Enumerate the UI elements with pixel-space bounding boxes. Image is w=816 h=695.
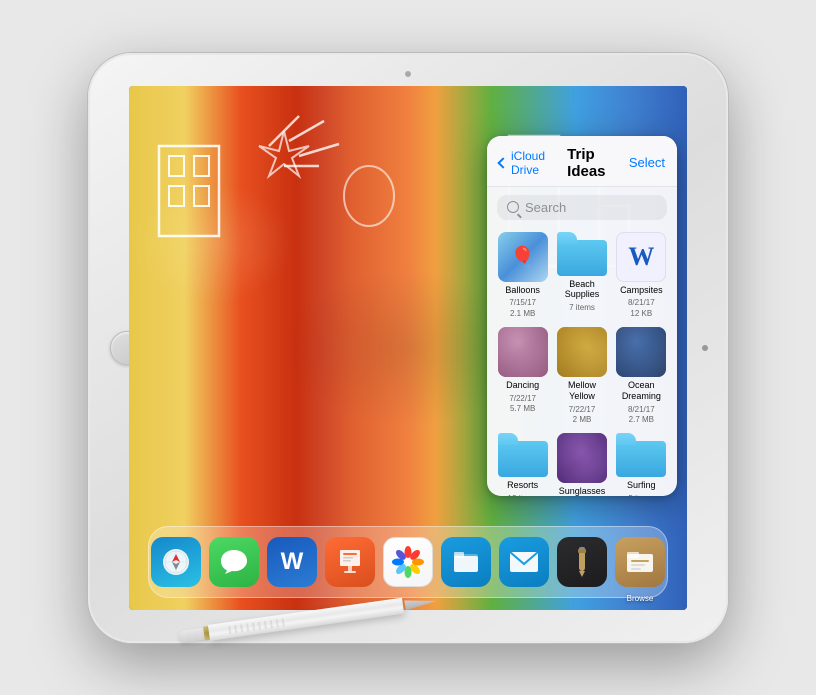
back-link-text[interactable]: iCloud Drive <box>511 149 567 177</box>
dock-icon-keynote[interactable] <box>325 537 375 587</box>
list-item[interactable]: Resorts 12 items <box>497 433 548 495</box>
file-thumbnail-ocean <box>616 327 666 377</box>
dock-icon-files-browse[interactable]: Browse <box>615 537 665 587</box>
ipad-shell: iCloud Drive Trip Ideas Select Search 🎈 <box>88 53 728 643</box>
files-browse-icon <box>624 546 656 578</box>
panel-header: iCloud Drive Trip Ideas Select <box>487 136 677 187</box>
dock-icon-pencil-app[interactable] <box>557 537 607 587</box>
messages-icon <box>219 547 249 577</box>
mail-icon <box>508 548 540 576</box>
pencil-app-icon <box>567 546 597 578</box>
file-name: Ocean Dreaming <box>616 380 667 402</box>
file-thumbnail-resorts <box>498 433 548 477</box>
dock-icon-photos[interactable] <box>383 537 433 587</box>
ipad-screen: iCloud Drive Trip Ideas Select Search 🎈 <box>129 86 687 610</box>
dock-icon-word[interactable]: W <box>267 537 317 587</box>
list-item[interactable]: Ocean Dreaming 8/21/172.7 MB <box>616 327 667 425</box>
panel-title: Trip Ideas <box>567 146 629 180</box>
files-grid: 🎈 Balloons 7/15/172.1 MB Beach Supplies … <box>487 226 677 496</box>
pencil-tip <box>404 596 437 610</box>
list-item[interactable]: Mellow Yellow 7/22/172 MB <box>556 327 607 425</box>
dock-icon-files[interactable] <box>441 537 491 587</box>
safari-icon <box>160 546 192 578</box>
file-meta: 12 items <box>508 494 538 495</box>
right-camera <box>702 345 708 351</box>
file-name: Sunglasses <box>559 486 606 495</box>
search-bar[interactable]: Search <box>497 195 667 220</box>
file-name: Campsites <box>620 285 663 296</box>
list-item[interactable]: W Campsites 8/21/1712 KB <box>616 232 667 320</box>
list-item[interactable]: Dancing 7/22/175.7 MB <box>497 327 548 425</box>
file-thumbnail-balloons: 🎈 <box>498 232 548 282</box>
file-thumbnail-surfing <box>616 433 666 477</box>
search-placeholder: Search <box>525 200 566 215</box>
list-item[interactable]: Surfing 5 items <box>616 433 667 495</box>
list-item[interactable]: Sunglasses 8/3/172.4 MB <box>556 433 607 495</box>
file-name: Beach Supplies <box>556 279 607 301</box>
front-camera <box>405 71 411 77</box>
browse-label: Browse <box>627 594 654 603</box>
file-name: Surfing <box>627 480 656 491</box>
file-meta: 7/22/175.7 MB <box>509 394 536 415</box>
chevron-left-icon <box>497 157 508 168</box>
back-button[interactable]: iCloud Drive <box>499 149 567 177</box>
file-thumbnail-mellow <box>557 327 607 377</box>
file-name: Balloons <box>505 285 540 296</box>
list-item[interactable]: Beach Supplies 7 items <box>556 232 607 320</box>
file-meta: 7 items <box>569 303 595 313</box>
files-icon <box>450 546 482 578</box>
file-meta: 5 items <box>628 494 654 495</box>
file-meta: 7/22/172 MB <box>569 405 596 426</box>
word-icon: W <box>281 548 304 576</box>
file-thumbnail-beach <box>557 232 607 276</box>
file-meta: 7/15/172.1 MB <box>509 298 536 319</box>
file-thumbnail-dancing <box>498 327 548 377</box>
dock: W <box>148 526 668 598</box>
file-name: Mellow Yellow <box>556 380 607 402</box>
scene: iCloud Drive Trip Ideas Select Search 🎈 <box>0 0 816 695</box>
select-button[interactable]: Select <box>629 155 665 170</box>
icloud-panel: iCloud Drive Trip Ideas Select Search 🎈 <box>487 136 677 496</box>
dock-icon-mail[interactable] <box>499 537 549 587</box>
file-meta: 8/21/172.7 MB <box>628 405 655 426</box>
keynote-icon <box>334 546 366 578</box>
photos-icon <box>391 545 425 579</box>
list-item[interactable]: 🎈 Balloons 7/15/172.1 MB <box>497 232 548 320</box>
search-icon <box>507 201 519 213</box>
file-name: Dancing <box>506 380 539 391</box>
file-name: Resorts <box>507 480 538 491</box>
file-meta: 8/21/1712 KB <box>628 298 655 319</box>
dock-icon-messages[interactable] <box>209 537 259 587</box>
file-thumbnail-sunglasses <box>557 433 607 483</box>
file-thumbnail-campsites: W <box>616 232 666 282</box>
dock-icon-safari[interactable] <box>151 537 201 587</box>
